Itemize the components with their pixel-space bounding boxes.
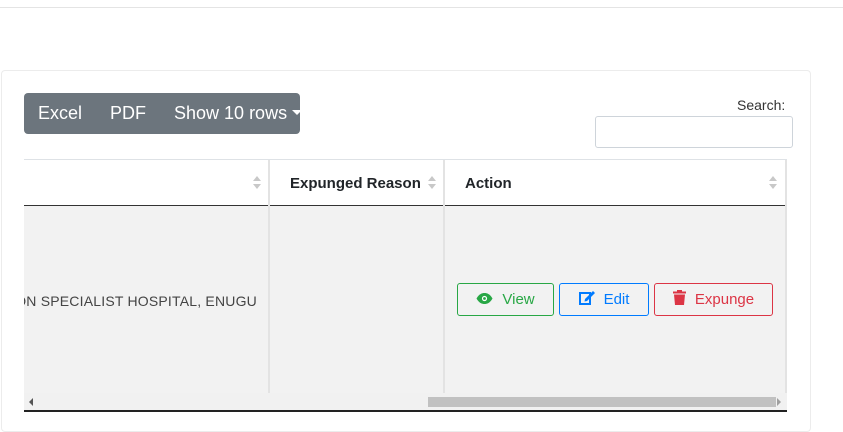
scroll-left-arrow-icon[interactable] <box>29 398 33 406</box>
edit-icon <box>578 290 595 309</box>
expunge-button[interactable]: Expunge <box>654 283 773 316</box>
facility-cell: ON SPECIALIST HOSPITAL, ENUGU <box>24 293 257 309</box>
trash-icon <box>672 290 686 309</box>
column-header-action[interactable]: Action <box>445 160 785 206</box>
data-table: Expunged Reason Action ON SPECIALIST HOS… <box>24 159 787 412</box>
horizontal-scrollbar[interactable] <box>24 393 787 412</box>
eye-icon <box>476 291 493 308</box>
export-button-group: Excel PDF Show 10 rows <box>24 93 303 134</box>
scroll-right-arrow-icon[interactable] <box>777 398 781 406</box>
column-header-expunged-reason[interactable]: Expunged Reason <box>270 160 444 206</box>
scrollbar-thumb[interactable] <box>428 397 776 407</box>
column-divider <box>268 206 270 393</box>
column-divider <box>785 160 787 206</box>
view-button[interactable]: View <box>457 283 554 316</box>
sort-icon <box>253 176 261 190</box>
expunge-button-label: Expunge <box>694 291 755 308</box>
column-divider <box>785 206 787 393</box>
top-divider <box>0 7 843 8</box>
search-input[interactable] <box>595 116 793 148</box>
search-label: Search: <box>737 97 786 113</box>
show-rows-label: Show 10 rows <box>174 103 288 123</box>
sort-icon <box>769 176 777 190</box>
view-button-label: View <box>502 291 535 308</box>
excel-button[interactable]: Excel <box>24 93 96 134</box>
sort-icon <box>428 176 436 190</box>
edit-button[interactable]: Edit <box>559 283 649 316</box>
column-divider <box>443 206 445 393</box>
caret-down-icon <box>292 110 303 116</box>
table-header: Expunged Reason Action <box>24 159 787 206</box>
pdf-button[interactable]: PDF <box>96 93 160 134</box>
show-rows-dropdown[interactable]: Show 10 rows <box>160 93 316 134</box>
column-header-expunged-reason-label: Expunged Reason <box>290 175 421 192</box>
edit-button-label: Edit <box>603 291 630 308</box>
column-header-facility[interactable] <box>24 160 268 206</box>
column-header-action-label: Action <box>465 175 512 192</box>
